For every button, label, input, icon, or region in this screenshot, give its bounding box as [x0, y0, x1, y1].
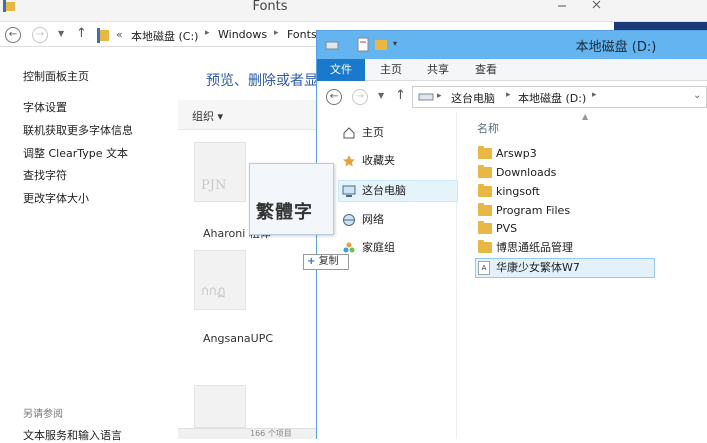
- sidebar-link-get-fonts-online[interactable]: 联机获取更多字体信息: [23, 122, 133, 138]
- nav-label: 这台电脑: [362, 184, 406, 197]
- font-tile-angsana[interactable]: กกฏ: [194, 250, 246, 310]
- file-name: Arswp3: [496, 147, 537, 160]
- sidebar-link-control-panel[interactable]: 控制面板主页: [23, 68, 89, 84]
- sidebar-link-text-services[interactable]: 文本服务和输入语言: [23, 427, 122, 443]
- crumb-separator: ▸: [205, 28, 210, 38]
- crumb-this-pc[interactable]: 这台电脑: [451, 90, 495, 106]
- computer-icon: [342, 185, 356, 197]
- homegroup-icon: [343, 242, 355, 253]
- font-tile-next[interactable]: [194, 385, 246, 428]
- nav-item-home[interactable]: 主页: [340, 123, 384, 143]
- folder-icon: [478, 146, 492, 159]
- network-icon: [343, 214, 355, 226]
- crumb-windows[interactable]: Windows: [218, 28, 267, 41]
- folder-icon: [478, 165, 492, 178]
- file-name: Downloads: [496, 166, 557, 179]
- tab-home[interactable]: 主页: [372, 59, 410, 81]
- item-count: 166 个项目: [250, 429, 292, 438]
- nav-label: 收藏夹: [362, 154, 395, 167]
- font-file-icon: A: [478, 261, 490, 275]
- crumb-local-disk-d[interactable]: 本地磁盘 (D:): [518, 90, 586, 106]
- nav-item-favorites[interactable]: 收藏夹: [340, 151, 395, 171]
- new-folder-icon[interactable]: [374, 37, 388, 52]
- sidebar-link-font-settings[interactable]: 字体设置: [23, 99, 67, 115]
- quick-access-dropdown-icon[interactable]: ▾: [393, 39, 397, 48]
- address-dropdown-icon[interactable]: ⌄: [693, 90, 701, 101]
- sidebar-link-change-font-size[interactable]: 更改字体大小: [23, 190, 89, 206]
- d-forward-button[interactable]: →: [352, 89, 368, 105]
- file-name: PVS: [496, 222, 518, 235]
- sort-up-icon: ▲: [582, 112, 589, 121]
- forward-button[interactable]: →: [32, 27, 48, 43]
- fonts-address-bar: ← → ▼ ↑ « 本地磁盘 (C:) ▸ Windows ▸ Fonts: [0, 23, 330, 47]
- properties-icon[interactable]: [357, 37, 369, 52]
- file-name: kingsoft: [496, 185, 540, 198]
- file-row[interactable]: 博思通纸品管理: [476, 239, 573, 257]
- file-name: 华康少女繁体W7: [496, 261, 580, 274]
- tab-file[interactable]: 文件: [317, 59, 365, 81]
- fonts-sidebar: 控制面板主页 字体设置 联机获取更多字体信息 调整 ClearType 文本 查…: [0, 50, 178, 442]
- font-name-angsana: AngsanaUPC: [203, 332, 274, 345]
- organize-button[interactable]: 组织 ▾: [192, 108, 223, 124]
- folder-icon: [478, 240, 492, 253]
- tab-share[interactable]: 共享: [419, 59, 457, 81]
- home-icon: [343, 127, 355, 139]
- file-row[interactable]: Downloads: [476, 164, 556, 182]
- crumb-separator: ▸: [506, 90, 511, 100]
- fonts-folder-icon: [3, 0, 15, 12]
- fonts-window-title: Fonts: [252, 0, 288, 14]
- minimize-icon[interactable]: [548, 0, 576, 10]
- nav-label: 主页: [362, 126, 384, 139]
- drive-icon: [325, 41, 339, 50]
- fonts-location-icon: [97, 28, 109, 43]
- file-row[interactable]: kingsoft: [476, 183, 540, 201]
- file-row[interactable]: Arswp3: [476, 145, 537, 163]
- d-up-button[interactable]: ↑: [395, 88, 406, 103]
- crumb-separator: ▸: [274, 28, 279, 38]
- file-name: 博思通纸品管理: [496, 241, 573, 254]
- d-back-button[interactable]: ←: [326, 89, 342, 105]
- see-also-heading: 另请参阅: [23, 409, 63, 420]
- crumb-local-disk-c[interactable]: 本地磁盘 (C:): [131, 28, 198, 44]
- copy-label: 复制: [318, 256, 339, 267]
- crumb-separator: ▸: [592, 90, 597, 100]
- crumb-fonts[interactable]: Fonts: [287, 28, 317, 41]
- nav-item-this-pc[interactable]: 这台电脑: [340, 181, 406, 201]
- column-header-name[interactable]: 名称: [477, 120, 499, 136]
- file-name: Program Files: [496, 204, 571, 217]
- d-history-dropdown-icon[interactable]: ▼: [378, 91, 384, 100]
- folder-icon: [478, 184, 492, 197]
- fonts-page-heading: 预览、删除或者显示和隐藏计算机上安装的字体: [206, 73, 318, 89]
- fonts-status-bar: 166 个项目: [178, 428, 318, 439]
- tab-view[interactable]: 查看: [467, 59, 505, 81]
- file-row[interactable]: Program Files: [476, 202, 570, 220]
- sidebar-link-find-character[interactable]: 查找字符: [23, 167, 67, 183]
- close-icon[interactable]: [580, 0, 614, 10]
- nav-label: 家庭组: [362, 241, 395, 254]
- folder-icon: [478, 203, 492, 216]
- file-row[interactable]: PVS: [476, 220, 517, 238]
- copy-tooltip: + 复制: [303, 254, 349, 270]
- address-drive-icon: [418, 93, 434, 101]
- font-tile-aharoni[interactable]: PJN: [194, 142, 246, 202]
- crumb-separator: ▸: [437, 91, 442, 101]
- star-icon: [343, 155, 355, 167]
- folder-icon: [478, 221, 492, 234]
- up-button[interactable]: ↑: [76, 26, 87, 41]
- back-button[interactable]: ←: [5, 27, 21, 43]
- font-preview: กกฏ: [201, 284, 226, 299]
- plus-icon: +: [307, 256, 316, 267]
- d-window-title: 本地磁盘 (D:): [575, 40, 657, 55]
- file-row-selected[interactable]: A 华康少女繁体W7: [476, 259, 580, 277]
- history-dropdown-icon[interactable]: ▼: [58, 29, 64, 38]
- nav-label: 网络: [362, 213, 384, 226]
- nav-item-network[interactable]: 网络: [340, 210, 384, 230]
- font-preview: PJN: [201, 178, 227, 193]
- fonts-toolbar: 组织 ▾: [178, 100, 318, 130]
- drag-preview-text: 繁體字: [256, 202, 313, 223]
- address-overflow[interactable]: «: [116, 28, 123, 41]
- sidebar-link-cleartype[interactable]: 调整 ClearType 文本: [23, 145, 128, 161]
